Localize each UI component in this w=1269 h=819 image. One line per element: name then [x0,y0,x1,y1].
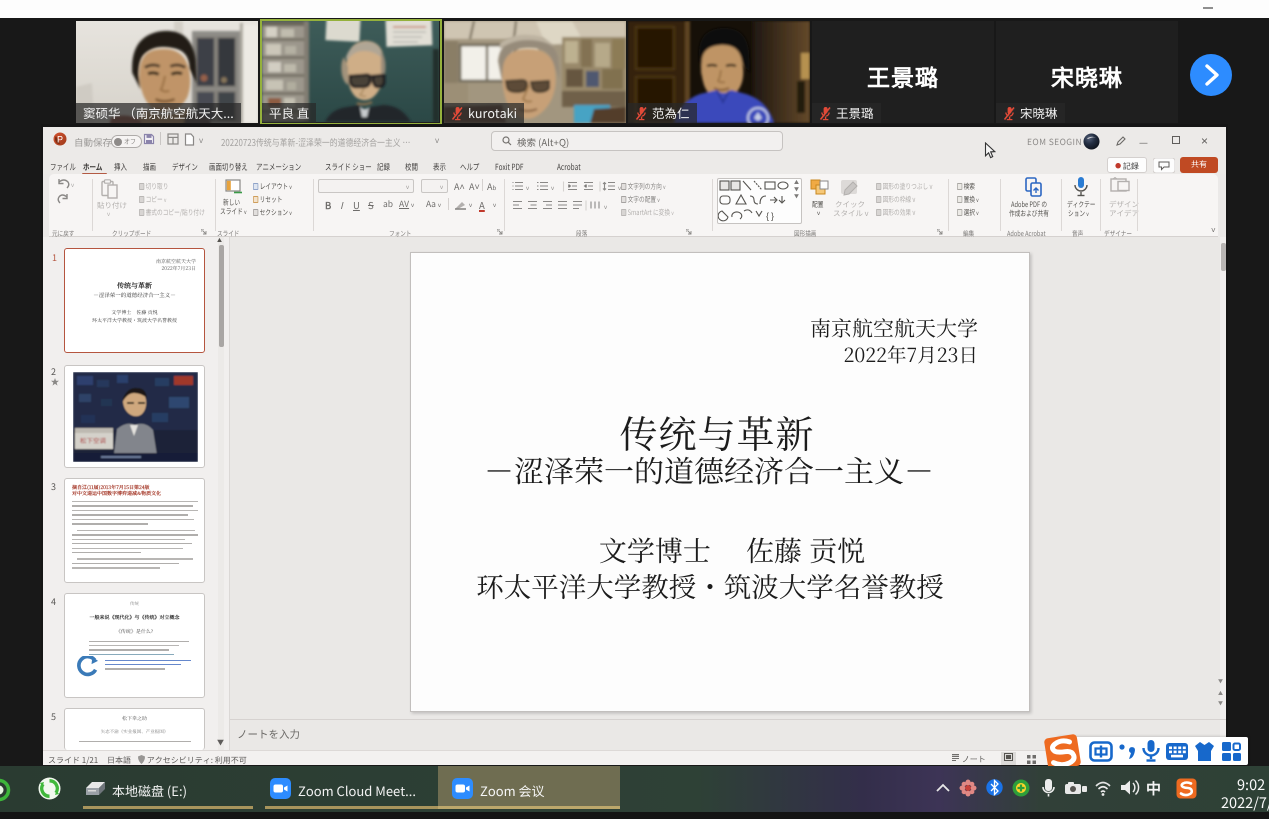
svg-text:松下空调: 松下空调 [80,435,106,445]
svg-text:P: P [57,135,63,145]
svg-text:v: v [526,183,530,192]
svg-text:{ }: { } [766,209,774,222]
svg-text:v: v [604,202,608,211]
svg-text:v: v [551,183,555,192]
